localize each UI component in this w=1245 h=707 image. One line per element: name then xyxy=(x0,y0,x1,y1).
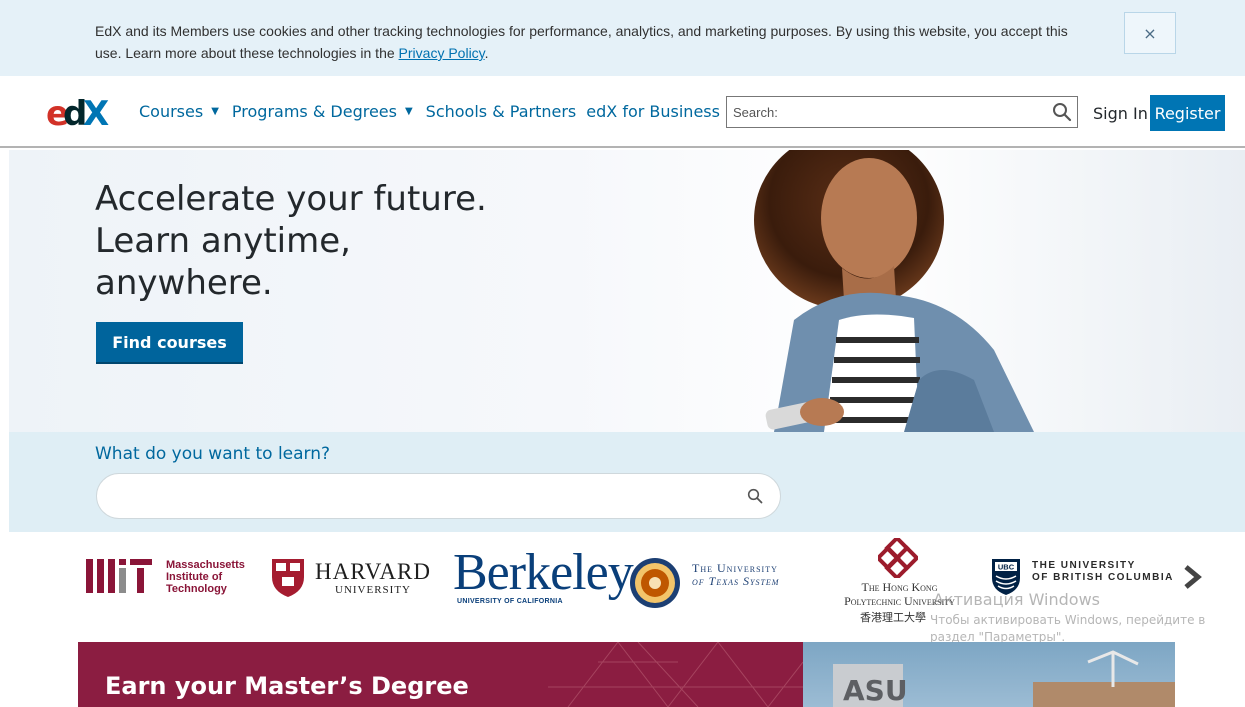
watermark-line-1: Активация Windows xyxy=(933,590,1100,609)
hero-banner: Accelerate your future. Learn anytime, a… xyxy=(9,150,1245,432)
main-nav: Courses ▼ Programs & Degrees ▼ Schools & P… xyxy=(139,102,733,121)
nav-courses-label: Courses xyxy=(139,102,204,121)
polyu-emblem-icon[interactable] xyxy=(878,538,918,578)
hero-title: Accelerate your future. Learn anytime, a… xyxy=(95,179,487,303)
edx-logo[interactable]: e d X xyxy=(46,94,116,130)
ubc-line-1: THE UNIVERSITY xyxy=(1032,560,1136,571)
learn-search-input[interactable] xyxy=(117,486,717,508)
mit-line-3: Technology xyxy=(166,583,227,595)
promo-building-image: ASU xyxy=(833,650,1175,707)
mit-name: Massachusetts Institute of Technology xyxy=(166,559,245,595)
windows-activation-watermark: Активация Windows Чтобы активировать Win… xyxy=(930,590,1205,646)
ut-seal-icon[interactable] xyxy=(628,556,682,610)
chevron-right-icon[interactable] xyxy=(1181,564,1203,590)
caret-down-icon: ▼ xyxy=(211,106,219,117)
watermark-line-2: Чтобы активировать Windows, перейдите в xyxy=(930,613,1206,627)
site-header: e d X Courses ▼ Programs & Degrees ▼ Schoo… xyxy=(0,76,1245,148)
search-icon[interactable] xyxy=(747,488,763,504)
mit-line-2: Institute of xyxy=(166,571,223,583)
hero-photo xyxy=(754,150,1034,432)
ubc-name: THE UNIVERSITY OF BRITISH COLUMBIA xyxy=(1032,560,1174,584)
promo-title: Earn your Master’s Degree xyxy=(105,672,469,700)
svg-text:d: d xyxy=(63,94,85,130)
cookie-message: EdX and its Members use cookies and othe… xyxy=(95,23,1068,61)
nav-programs-degrees[interactable]: Programs & Degrees ▼ xyxy=(232,102,413,121)
harvard-shield-icon[interactable] xyxy=(270,557,306,599)
svg-text:X: X xyxy=(83,94,109,130)
cookie-text: EdX and its Members use cookies and othe… xyxy=(95,20,1095,64)
berkeley-logo[interactable]: Berkeley xyxy=(453,545,634,601)
nav-edx-for-business[interactable]: edX for Business xyxy=(586,102,720,121)
ut-line-2: of Texas System xyxy=(692,574,780,588)
nav-schools-partners[interactable]: Schools & Partners xyxy=(426,102,577,121)
sign-in-link[interactable]: Sign In xyxy=(1093,104,1148,123)
learn-search-section: What do you want to learn? xyxy=(9,432,1245,532)
svg-text:ASU: ASU xyxy=(843,674,908,707)
mit-logo[interactable] xyxy=(86,559,156,593)
ubc-line-2: OF BRITISH COLUMBIA xyxy=(1032,572,1174,583)
polyu-chinese-name: 香港理工大學 xyxy=(860,611,926,624)
promo-photo: ASU xyxy=(803,642,1175,707)
mit-line-1: Massachusetts xyxy=(166,559,245,571)
header-search xyxy=(726,96,1078,128)
ut-name: The University of Texas System xyxy=(692,562,779,588)
register-button[interactable]: Register xyxy=(1150,95,1225,131)
masters-promo-banner[interactable]: Earn your Master’s Degree xyxy=(78,642,803,707)
close-icon: × xyxy=(1143,23,1157,43)
svg-text:UBC: UBC xyxy=(998,563,1015,572)
nav-programs-label: Programs & Degrees xyxy=(231,102,397,121)
nav-business-label: edX for Business xyxy=(586,102,720,121)
berkeley-subtitle: UNIVERSITY OF CALIFORNIA xyxy=(457,598,563,605)
harvard-subtitle: UNIVERSITY xyxy=(335,584,411,596)
close-cookie-button[interactable]: × xyxy=(1124,12,1176,54)
nav-courses[interactable]: Courses ▼ xyxy=(139,102,219,121)
harvard-name: HARVARD xyxy=(315,559,431,584)
nav-schools-label: Schools & Partners xyxy=(425,102,577,121)
cookie-banner: EdX and its Members use cookies and othe… xyxy=(0,0,1245,76)
learn-search-label: What do you want to learn? xyxy=(95,444,331,464)
search-icon[interactable] xyxy=(1052,102,1072,122)
cookie-period: . xyxy=(484,45,489,61)
learn-search-box xyxy=(96,473,781,519)
find-courses-button[interactable]: Find courses xyxy=(96,322,243,364)
header-search-input[interactable] xyxy=(733,101,1033,123)
caret-down-icon: ▼ xyxy=(404,106,413,117)
privacy-policy-link[interactable]: Privacy Policy xyxy=(399,45,485,61)
